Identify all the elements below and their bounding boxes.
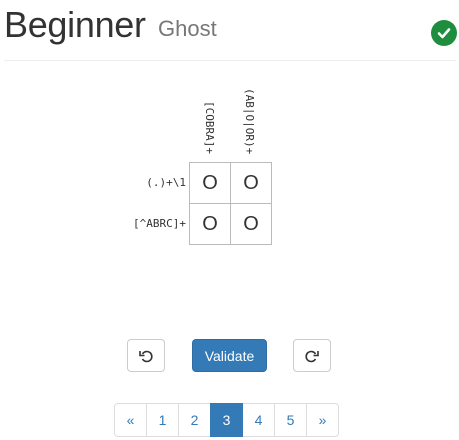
- redo-button[interactable]: [293, 339, 331, 372]
- pagination-page-1[interactable]: 1: [146, 403, 179, 437]
- grid-row: O O: [189, 203, 272, 245]
- undo-icon: [139, 350, 153, 362]
- row-pattern-1: (.)+\1: [146, 176, 186, 189]
- validate-button[interactable]: Validate: [192, 339, 267, 372]
- row-pattern-2: [^ABRC]+: [133, 217, 186, 230]
- pagination-page-2[interactable]: 2: [178, 403, 211, 437]
- pagination-page-4[interactable]: 4: [242, 403, 275, 437]
- column-pattern-2: (AB|O|OR)+: [243, 88, 256, 155]
- header-divider: [4, 60, 456, 61]
- pagination-page-3[interactable]: 3: [210, 403, 243, 437]
- grid-cell[interactable]: O: [230, 203, 272, 245]
- page-header: Beginner Ghost: [4, 2, 457, 60]
- puzzle-grid: O O O O: [189, 162, 272, 245]
- page-subtitle: Ghost: [158, 16, 217, 41]
- redo-icon: [305, 350, 319, 362]
- grid-cell[interactable]: O: [230, 162, 272, 204]
- grid-row: O O: [189, 162, 272, 204]
- pagination-prev[interactable]: «: [114, 403, 147, 437]
- pagination-next[interactable]: »: [306, 403, 339, 437]
- pagination-page-5[interactable]: 5: [274, 403, 307, 437]
- grid-cell[interactable]: O: [189, 203, 231, 245]
- check-circle-icon: [431, 20, 457, 46]
- pagination: « 1 2 3 4 5 »: [114, 403, 339, 437]
- undo-button[interactable]: [127, 339, 165, 372]
- grid-cell[interactable]: O: [189, 162, 231, 204]
- column-pattern-1: [COBRA]+: [203, 101, 216, 154]
- page-title: Beginner: [4, 4, 146, 45]
